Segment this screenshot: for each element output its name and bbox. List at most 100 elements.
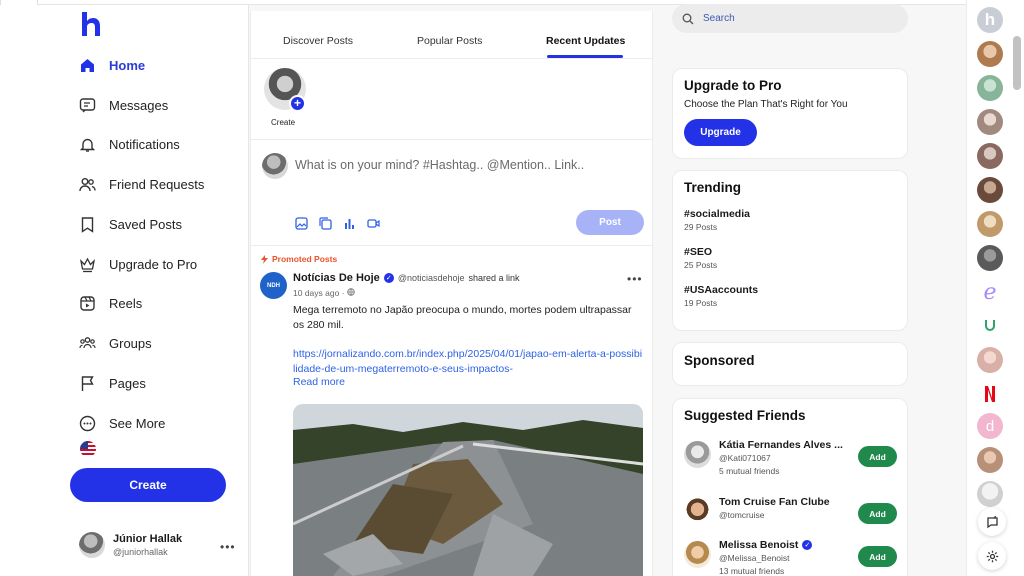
search-input[interactable]: Search <box>672 4 908 33</box>
friend-handle: @tomcruise <box>719 510 765 520</box>
nav-home-label: Home <box>109 57 146 73</box>
post-button[interactable]: Post <box>576 210 644 235</box>
trending-title: Trending <box>684 180 741 195</box>
us-flag-icon[interactable] <box>80 441 96 457</box>
avatar[interactable] <box>977 211 1003 237</box>
avatar[interactable]: h <box>977 7 1003 33</box>
image-icon[interactable] <box>294 216 308 230</box>
nav-upgrade-pro[interactable]: Upgrade to Pro <box>78 253 197 275</box>
avatar[interactable] <box>977 177 1003 203</box>
avatar[interactable] <box>977 481 1003 507</box>
post-link[interactable]: https://jornalizando.com.br/index.php/20… <box>293 347 643 376</box>
gear-icon <box>986 550 998 562</box>
avatar[interactable] <box>977 347 1003 373</box>
avatar[interactable] <box>977 245 1003 271</box>
profile-handle: @juniorhallak <box>113 547 168 557</box>
flag-icon <box>78 374 96 392</box>
settings-button[interactable] <box>978 542 1006 570</box>
avatar[interactable] <box>977 143 1003 169</box>
chat-toggle-button[interactable] <box>978 508 1006 536</box>
users-icon <box>78 175 96 193</box>
verified-icon: ✓ <box>383 273 394 283</box>
pro-title: Upgrade to Pro <box>684 78 782 93</box>
trending-tag[interactable]: #socialmedia <box>684 208 896 220</box>
post-menu-icon[interactable]: ••• <box>627 272 643 286</box>
avatar[interactable] <box>977 381 1003 407</box>
feed-tabs: Discover Posts Popular Posts Recent Upda… <box>251 11 652 59</box>
avatar[interactable] <box>977 109 1003 135</box>
friend-name[interactable]: Melissa Benoist ✓ <box>719 539 813 551</box>
mutual-friends: 5 mutual friends <box>719 466 780 476</box>
add-friend-button[interactable]: Add <box>858 446 897 467</box>
create-button[interactable]: Create <box>70 468 226 502</box>
tab-popular-posts[interactable]: Popular Posts <box>417 35 482 47</box>
trending-count: 29 Posts <box>684 222 718 232</box>
nav-saved-posts[interactable]: Saved Posts <box>78 213 182 235</box>
composer-input[interactable]: What is on your mind? #Hashtag.. @Mentio… <box>295 158 584 172</box>
brand-logo-icon <box>985 320 995 331</box>
trending-tag[interactable]: #SEO <box>684 246 896 258</box>
tab-discover-posts[interactable]: Discover Posts <box>283 35 353 47</box>
groups-icon <box>78 334 96 352</box>
avatar[interactable]: d <box>977 413 1003 439</box>
avatar[interactable] <box>977 41 1003 67</box>
active-tab-indicator <box>547 55 623 58</box>
composer-tools <box>294 216 380 230</box>
nav-home[interactable]: Home <box>78 54 145 76</box>
tab-recent-updates[interactable]: Recent Updates <box>546 35 625 47</box>
bell-icon <box>78 135 96 153</box>
friend-name[interactable]: Kátia Fernandes Alves ... <box>719 439 843 451</box>
verified-icon: ✓ <box>802 540 813 550</box>
earthquake-road-photo <box>293 404 643 576</box>
promoted-label: Promoted Posts <box>261 254 337 264</box>
nav-reels-label: Reels <box>109 295 143 311</box>
trending-tag[interactable]: #USAaccounts <box>684 284 896 296</box>
avatar <box>79 532 105 558</box>
avatar[interactable] <box>684 441 711 468</box>
nav-messages[interactable]: Messages <box>78 94 168 116</box>
nav-see-more[interactable]: See More <box>78 412 165 434</box>
avatar <box>262 153 288 179</box>
post-author[interactable]: Notícias De Hoje <box>293 272 380 284</box>
add-friend-button[interactable]: Add <box>858 546 897 567</box>
nav-messages-label: Messages <box>109 97 169 113</box>
video-icon[interactable] <box>366 216 380 230</box>
chat-icon <box>986 515 998 528</box>
read-more-link[interactable]: Read more <box>293 376 345 388</box>
poll-icon[interactable] <box>342 216 356 230</box>
avatar[interactable] <box>684 541 711 568</box>
post-time: 10 days ago · <box>293 288 355 298</box>
nav-friend-requests[interactable]: Friend Requests <box>78 173 204 195</box>
bolt-icon <box>261 254 268 264</box>
avatar[interactable] <box>684 498 711 525</box>
gallery-icon[interactable] <box>318 216 332 230</box>
post-author-line: Notícias De Hoje ✓ @noticiasdehoje share… <box>293 272 520 284</box>
avatar[interactable]: e <box>977 279 1003 305</box>
home-icon <box>78 56 96 74</box>
post-action: shared a link <box>468 273 520 283</box>
profile-menu-icon[interactable]: ••• <box>220 540 236 554</box>
friend-name[interactable]: Tom Cruise Fan Clube <box>719 496 830 508</box>
avatar[interactable] <box>977 75 1003 101</box>
post-image[interactable] <box>293 404 643 576</box>
trending-count: 25 Posts <box>684 260 718 270</box>
message-icon <box>78 96 96 114</box>
upgrade-button[interactable]: Upgrade <box>684 119 757 146</box>
plus-icon[interactable]: + <box>289 95 306 112</box>
post-handle[interactable]: @noticiasdehoje <box>398 273 465 283</box>
nav-reels[interactable]: Reels <box>78 292 142 314</box>
nav-notifications-label: Notifications <box>109 136 180 152</box>
nav-pages-label: Pages <box>109 375 146 391</box>
avatar[interactable] <box>977 447 1003 473</box>
nav-notifications[interactable]: Notifications <box>78 133 180 155</box>
nav-groups[interactable]: Groups <box>78 332 152 354</box>
scrollbar-thumb[interactable] <box>1013 36 1021 90</box>
avatar[interactable] <box>977 313 1003 339</box>
suggested-friends-card: Suggested Friends Kátia Fernandes Alves … <box>672 398 908 576</box>
profile-card[interactable]: Júnior Hallak @juniorhallak <box>79 532 182 558</box>
app-logo[interactable] <box>80 11 102 42</box>
nav-friend-requests-label: Friend Requests <box>109 176 205 192</box>
add-friend-button[interactable]: Add <box>858 503 897 524</box>
nav-pages[interactable]: Pages <box>78 372 146 394</box>
page-avatar[interactable]: NDH <box>260 272 287 299</box>
